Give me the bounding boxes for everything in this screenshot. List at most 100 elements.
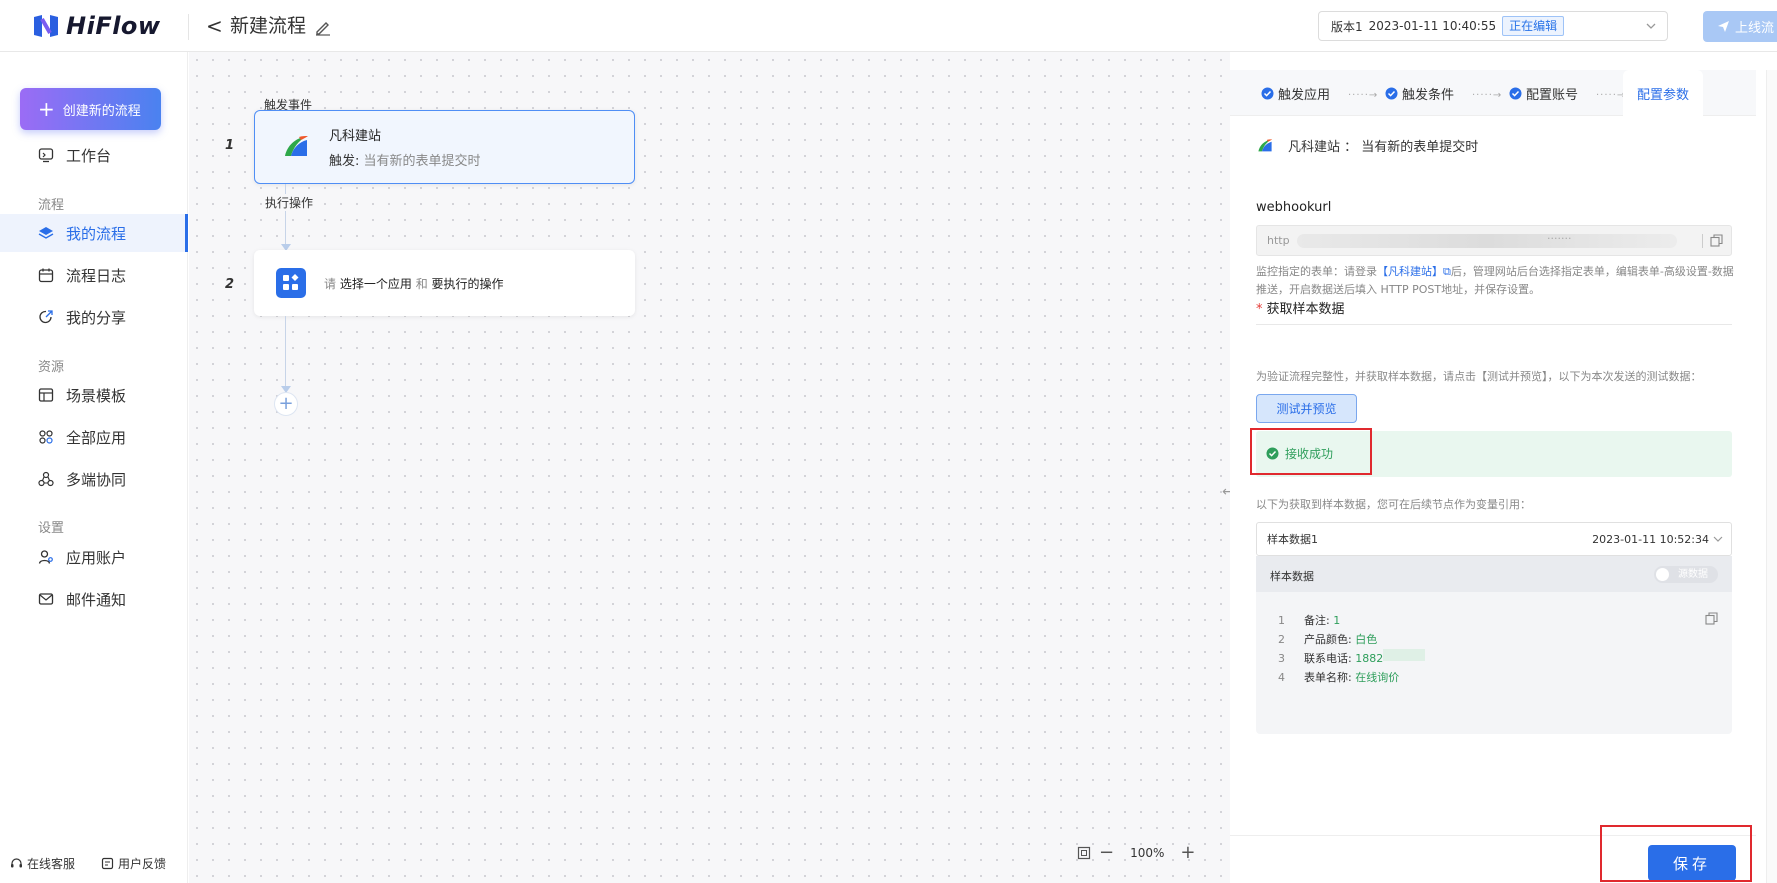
calendar-icon <box>38 268 54 283</box>
field-value[interactable]: 1 <box>1333 611 1340 630</box>
sidebar-item-my-flows[interactable]: 我的流程 <box>0 214 188 252</box>
step-trigger-condition[interactable]: 触发条件 <box>1385 84 1454 103</box>
step-separator: ·····→ <box>1472 90 1503 101</box>
step-label: 配置参数 <box>1637 87 1690 103</box>
sidebar-item-multi-sync[interactable]: 多端协同 <box>0 460 188 498</box>
sidebar-item-label: 应用账户 <box>66 548 127 567</box>
action-node[interactable]: 请 选择一个应用 和 要执行的操作 <box>254 250 635 316</box>
trigger-node-title: 凡科建站 <box>329 129 382 144</box>
sample-data-card: 样本数据 源数据 1 备注: 1 2 产品颜色: 白色 3 联系电话: 1882… <box>1256 556 1732 734</box>
copy-icon[interactable] <box>1705 612 1718 625</box>
sample-card-title: 样本数据 <box>1270 570 1314 583</box>
sidebar-item-templates[interactable]: 场景模板 <box>0 376 188 414</box>
copy-separator <box>1702 234 1703 248</box>
sample-card-header: 样本数据 源数据 <box>1256 556 1732 592</box>
section-settings: 设置 <box>38 521 65 536</box>
selected-app-text: 凡科建站 ： 当有新的表单提交时 <box>1288 140 1479 155</box>
send-icon <box>1718 21 1729 32</box>
highlight-box-success <box>1250 428 1372 475</box>
top-header: HiFlow < 新建流程 版本1 2023-01-11 10:40:55 正在… <box>0 0 1777 52</box>
sample-row: 3 联系电话: 1882 <box>1278 649 1426 668</box>
node-1-number: 1 <box>225 138 235 153</box>
line-number: 2 <box>1278 633 1285 646</box>
action-node-prompt: 请 选择一个应用 和 要执行的操作 <box>324 275 504 292</box>
add-step-button[interactable]: + <box>274 392 298 416</box>
back-button[interactable]: < <box>206 14 223 38</box>
sample-data-rows: 1 备注: 1 2 产品颜色: 白色 3 联系电话: 1882 4 表单名称: … <box>1278 611 1426 687</box>
step-label: 配置账号 <box>1526 88 1579 103</box>
publish-button[interactable]: 上线流 <box>1703 11 1777 42</box>
hiflow-logo-icon <box>34 15 58 37</box>
apps-icon <box>39 430 53 444</box>
sample-row: 1 备注: 1 <box>1278 611 1425 630</box>
step-config-account[interactable]: 配置账号 <box>1509 84 1578 103</box>
line-number: 1 <box>1278 614 1285 627</box>
feedback-label: 用户反馈 <box>118 856 167 871</box>
sidebar-item-app-accounts[interactable]: 应用账户 <box>0 538 188 576</box>
flow-canvas[interactable]: 触发事件 1 凡科建站 触发: 当有新的表单提交时 执行操作 2 请 选择一个应 <box>189 52 1230 883</box>
panel-edge <box>1766 70 1777 883</box>
sidebar-item-label: 流程日志 <box>66 266 127 285</box>
chevron-down-icon <box>1646 23 1656 29</box>
fit-screen-icon[interactable] <box>1077 846 1091 860</box>
step-config-params[interactable]: 配置参数 <box>1623 70 1704 116</box>
external-link-icon: ⧉ <box>1443 265 1451 278</box>
version-select[interactable]: 版本1 2023-01-11 10:40:55 正在编辑 <box>1318 11 1668 41</box>
status-badge: 正在编辑 <box>1502 16 1565 36</box>
sync-icon <box>38 471 54 487</box>
online-service-link[interactable]: 在线客服 <box>10 855 75 872</box>
raw-data-toggle[interactable]: 源数据 <box>1654 566 1718 583</box>
zoom-in-button[interactable]: + <box>1180 844 1195 862</box>
trigger-node[interactable]: 凡科建站 触发: 当有新的表单提交时 <box>254 110 635 184</box>
fanke-app-icon <box>285 136 308 156</box>
sidebar-item-label: 邮件通知 <box>66 590 127 609</box>
sidebar-item-label: 我的流程 <box>66 224 127 243</box>
step-label: 触发应用 <box>1278 88 1331 103</box>
template-icon <box>38 388 54 402</box>
webhook-url-field[interactable]: http ······· <box>1256 225 1732 256</box>
layers-icon <box>38 227 54 239</box>
zoom-out-button[interactable]: − <box>1099 844 1114 862</box>
fanke-login-link[interactable]: 【凡科建站】 <box>1377 265 1443 278</box>
sidebar-item-workbench[interactable]: 工作台 <box>0 136 188 174</box>
edit-icon[interactable] <box>314 18 332 36</box>
sidebar-item-flow-logs[interactable]: 流程日志 <box>0 256 188 294</box>
highlight-box-save <box>1600 825 1752 882</box>
sample-row: 4 表单名称: 在线询价 <box>1278 668 1425 687</box>
flow-title: 新建流程 <box>230 15 307 37</box>
hiflow-logo[interactable]: HiFlow <box>32 12 161 40</box>
field-value[interactable]: 1882 <box>1355 649 1383 668</box>
feedback-icon <box>101 857 114 869</box>
sample-data-select[interactable]: 样本数据1 2023-01-11 10:52:34 <box>1256 522 1732 556</box>
user-icon <box>38 550 53 564</box>
sample-row: 2 产品颜色: 白色 <box>1278 630 1425 649</box>
step-label: 触发条件 <box>1402 88 1455 103</box>
sidebar-item-mail-notify[interactable]: 邮件通知 <box>0 580 188 618</box>
step-separator: ·····→ <box>1596 90 1627 101</box>
sample-data-heading: * 获取样本数据 <box>1256 298 1345 317</box>
prompt-part-a: 请 <box>324 276 337 291</box>
help-text-a: 监控指定的表单：请登录 <box>1256 265 1377 278</box>
webhook-redacted <box>1297 234 1677 248</box>
copy-icon[interactable] <box>1710 234 1723 247</box>
headset-icon <box>11 857 22 867</box>
prompt-part-d: 要执行的操作 <box>431 276 504 291</box>
version-label: 版本1 <box>1331 19 1363 34</box>
connector-line <box>285 184 286 244</box>
phone-redacted <box>1383 649 1426 661</box>
sample-data-description: 为验证流程完整性，并获取样本数据，请点击【测试并预览】，以下为本次发送的测试数据… <box>1256 370 1702 383</box>
field-value[interactable]: 在线询价 <box>1355 668 1399 687</box>
create-flow-button[interactable]: + 创建新的流程 <box>20 88 161 130</box>
sidebar-item-all-apps[interactable]: 全部应用 <box>0 418 188 456</box>
field-value[interactable]: 白色 <box>1355 630 1377 649</box>
feedback-link[interactable]: 用户反馈 <box>101 855 166 872</box>
test-preview-button[interactable]: 测试并预览 <box>1256 394 1357 423</box>
field-key: 联系电话: <box>1304 652 1352 665</box>
line-number: 3 <box>1278 652 1285 665</box>
sidebar-item-label: 我的分享 <box>66 308 127 327</box>
selected-app-line: 凡科建站 ： 当有新的表单提交时 <box>1256 136 1478 155</box>
version-date: 2023-01-11 10:40:55 <box>1368 19 1497 33</box>
step-trigger-app[interactable]: 触发应用 <box>1261 84 1330 103</box>
sidebar-item-my-shares[interactable]: 我的分享 <box>0 298 188 336</box>
section-divider <box>1256 324 1732 325</box>
